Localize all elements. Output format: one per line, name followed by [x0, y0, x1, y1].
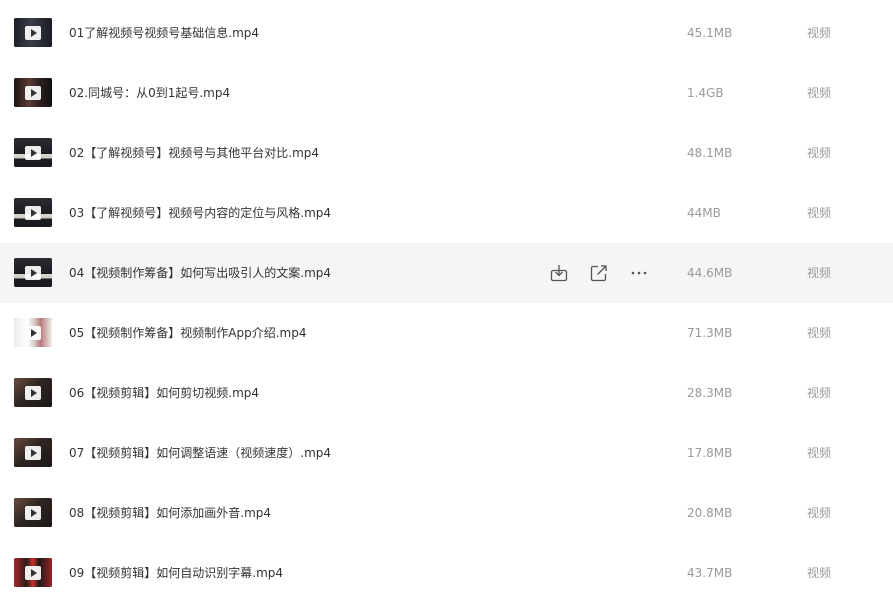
play-icon — [25, 265, 41, 280]
file-name[interactable]: 03【了解视频号】视频号内容的定位与风格.mp4 — [69, 204, 331, 222]
file-size: 43.7MB — [687, 566, 733, 580]
file-row[interactable]: 04【视频制作筹备】如何写出吸引人的文案.mp4 44.6MB 视频 — [0, 243, 893, 303]
download-icon[interactable] — [548, 262, 570, 284]
file-size: 48.1MB — [687, 146, 733, 160]
file-row[interactable]: 08【视频剪辑】如何添加画外音.mp4 20.8MB 视频 — [0, 483, 893, 543]
file-row[interactable]: 07【视频剪辑】如何调整语速（视频速度）.mp4 17.8MB 视频 — [0, 423, 893, 483]
play-icon — [25, 25, 41, 40]
file-size: 44.6MB — [687, 266, 733, 280]
file-type: 视频 — [807, 446, 832, 460]
open-external-icon[interactable] — [588, 262, 610, 284]
file-type: 视频 — [807, 146, 832, 160]
file-size: 17.8MB — [687, 446, 733, 460]
file-type: 视频 — [807, 506, 832, 520]
play-icon — [25, 205, 41, 220]
video-thumbnail[interactable] — [14, 558, 52, 587]
file-name[interactable]: 01了解视频号视频号基础信息.mp4 — [69, 24, 259, 42]
file-row[interactable]: 03【了解视频号】视频号内容的定位与风格.mp4 44MB 视频 — [0, 183, 893, 243]
file-type: 视频 — [807, 566, 832, 580]
file-size: 71.3MB — [687, 326, 733, 340]
file-row[interactable]: 06【视频剪辑】如何剪切视频.mp4 28.3MB 视频 — [0, 363, 893, 423]
file-size: 20.8MB — [687, 506, 733, 520]
file-size: 44MB — [687, 206, 721, 220]
file-name[interactable]: 04【视频制作筹备】如何写出吸引人的文案.mp4 — [69, 264, 331, 282]
play-icon — [25, 325, 41, 340]
file-type: 视频 — [807, 86, 832, 100]
file-type: 视频 — [807, 326, 832, 340]
video-thumbnail[interactable] — [14, 378, 52, 407]
file-list: 01了解视频号视频号基础信息.mp4 45.1MB 视频 02.同城号：从0到1… — [0, 3, 893, 603]
file-row[interactable]: 02【了解视频号】视频号与其他平台对比.mp4 48.1MB 视频 — [0, 123, 893, 183]
file-name[interactable]: 09【视频剪辑】如何自动识别字幕.mp4 — [69, 564, 283, 582]
play-icon — [25, 385, 41, 400]
video-thumbnail[interactable] — [14, 318, 52, 347]
file-row[interactable]: 01了解视频号视频号基础信息.mp4 45.1MB 视频 — [0, 3, 893, 63]
video-thumbnail[interactable] — [14, 498, 52, 527]
video-thumbnail[interactable] — [14, 438, 52, 467]
file-name[interactable]: 08【视频剪辑】如何添加画外音.mp4 — [69, 504, 271, 522]
file-row[interactable]: 05【视频制作筹备】视频制作App介绍.mp4 71.3MB 视频 — [0, 303, 893, 363]
file-size: 45.1MB — [687, 26, 733, 40]
file-size: 28.3MB — [687, 386, 733, 400]
row-actions — [548, 262, 658, 284]
video-thumbnail[interactable] — [14, 138, 52, 167]
file-size: 1.4GB — [687, 86, 724, 100]
video-thumbnail[interactable] — [14, 18, 52, 47]
file-name[interactable]: 02.同城号：从0到1起号.mp4 — [69, 84, 230, 102]
play-icon — [25, 565, 41, 580]
play-icon — [25, 145, 41, 160]
play-icon — [25, 85, 41, 100]
file-name[interactable]: 02【了解视频号】视频号与其他平台对比.mp4 — [69, 144, 319, 162]
file-name[interactable]: 07【视频剪辑】如何调整语速（视频速度）.mp4 — [69, 444, 331, 462]
video-thumbnail[interactable] — [14, 198, 52, 227]
file-type: 视频 — [807, 206, 832, 220]
play-icon — [25, 445, 41, 460]
file-name[interactable]: 05【视频制作筹备】视频制作App介绍.mp4 — [69, 324, 306, 342]
video-thumbnail[interactable] — [14, 258, 52, 287]
file-name[interactable]: 06【视频剪辑】如何剪切视频.mp4 — [69, 384, 259, 402]
file-row[interactable]: 09【视频剪辑】如何自动识别字幕.mp4 43.7MB 视频 — [0, 543, 893, 603]
video-thumbnail[interactable] — [14, 78, 52, 107]
file-type: 视频 — [807, 26, 832, 40]
play-icon — [25, 505, 41, 520]
file-type: 视频 — [807, 266, 832, 280]
more-horizontal-icon[interactable] — [628, 262, 650, 284]
file-row[interactable]: 02.同城号：从0到1起号.mp4 1.4GB 视频 — [0, 63, 893, 123]
file-type: 视频 — [807, 386, 832, 400]
